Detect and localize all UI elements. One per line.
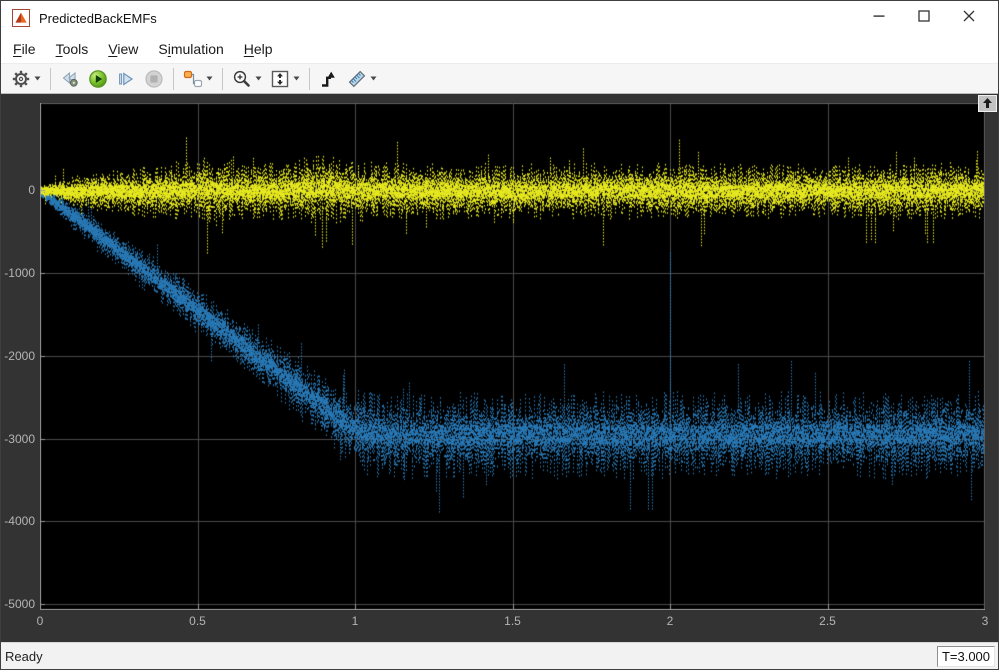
settings-gear-button[interactable] bbox=[8, 67, 44, 91]
dropdown-caret-icon[interactable] bbox=[206, 76, 213, 81]
toolbar bbox=[1, 63, 998, 94]
minimize-icon bbox=[873, 9, 885, 27]
step-back-icon bbox=[60, 69, 80, 89]
x-axis-tick-label: 1 bbox=[351, 614, 359, 628]
y-axis-tick-label: -4000 bbox=[4, 514, 35, 529]
fit-to-view-button[interactable] bbox=[267, 67, 303, 91]
maximize-button[interactable] bbox=[901, 1, 946, 35]
toolbar-separator bbox=[50, 67, 51, 90]
simulink-blocks-icon bbox=[183, 69, 203, 89]
dropdown-caret-icon[interactable] bbox=[370, 76, 377, 81]
menu-item-tools[interactable]: Tools bbox=[46, 38, 99, 60]
x-axis-tick-label: 1.5 bbox=[504, 614, 521, 628]
x-axis-tick-label: 0.5 bbox=[189, 614, 206, 628]
menubar: File Tools View Simulation Help bbox=[1, 35, 998, 63]
toolbar-separator bbox=[309, 67, 310, 90]
close-button[interactable] bbox=[946, 1, 991, 35]
dropdown-caret-icon[interactable] bbox=[34, 76, 41, 81]
scope-plot-canvas[interactable] bbox=[40, 103, 985, 610]
toolbar-separator bbox=[173, 67, 174, 90]
run-icon bbox=[88, 69, 108, 89]
trigger-icon bbox=[319, 69, 339, 89]
toolbar-separator bbox=[222, 67, 223, 90]
run-button[interactable] bbox=[85, 67, 111, 91]
fit-to-view-icon bbox=[270, 69, 290, 89]
y-axis-tick-label: -5000 bbox=[4, 597, 35, 612]
menu-item-file[interactable]: File bbox=[3, 38, 46, 60]
titlebar: PredictedBackEMFs bbox=[1, 1, 998, 35]
menu-item-help[interactable]: Help bbox=[234, 38, 283, 60]
stop-icon bbox=[144, 69, 164, 89]
y-axis-tick-label: 0 bbox=[28, 182, 35, 197]
simulink-scope-icon bbox=[12, 9, 30, 27]
statusbar: Ready T=3.000 bbox=[1, 642, 998, 669]
simulation-time-readout: T=3.000 bbox=[937, 646, 995, 667]
window-title: PredictedBackEMFs bbox=[39, 10, 157, 26]
dropdown-caret-icon[interactable] bbox=[293, 76, 300, 81]
window-controls bbox=[856, 1, 991, 35]
x-axis-tick-label: 0 bbox=[36, 614, 44, 628]
step-forward-button[interactable] bbox=[113, 67, 139, 91]
menu-item-view[interactable]: View bbox=[98, 38, 148, 60]
status-message: Ready bbox=[5, 648, 43, 664]
step-forward-icon bbox=[116, 69, 136, 89]
y-axis-tick-label: -1000 bbox=[4, 265, 35, 280]
step-back-button[interactable] bbox=[57, 67, 83, 91]
x-axis-tick-label: 2 bbox=[666, 614, 674, 628]
zoom-in-button[interactable] bbox=[229, 67, 265, 91]
menu-item-simulation[interactable]: Simulation bbox=[148, 38, 233, 60]
x-axis-tick-label: 2.5 bbox=[819, 614, 836, 628]
dropdown-caret-icon[interactable] bbox=[255, 76, 262, 81]
scope-window: PredictedBackEMFs File Tools View Simulatio… bbox=[0, 0, 999, 670]
stop-button[interactable] bbox=[141, 67, 167, 91]
trigger-button[interactable] bbox=[316, 67, 342, 91]
y-axis-tick-label: -2000 bbox=[4, 348, 35, 363]
y-axis-tick-label: -3000 bbox=[4, 431, 35, 446]
simulink-blocks-button[interactable] bbox=[180, 67, 216, 91]
x-axis-tick-label: 3 bbox=[981, 614, 989, 628]
measurements-button[interactable] bbox=[344, 67, 380, 91]
dock-button[interactable] bbox=[978, 95, 997, 112]
close-icon bbox=[963, 9, 975, 27]
measurements-icon bbox=[347, 69, 367, 89]
maximize-icon bbox=[917, 9, 930, 27]
plot-region: 0 -1000 -2000 -3000 -4000 -5000 0 0.5 1 1.5 2 2.5 3 bbox=[1, 94, 998, 642]
zoom-in-icon bbox=[232, 69, 252, 89]
settings-gear-icon bbox=[11, 69, 31, 89]
minimize-button[interactable] bbox=[856, 1, 901, 35]
